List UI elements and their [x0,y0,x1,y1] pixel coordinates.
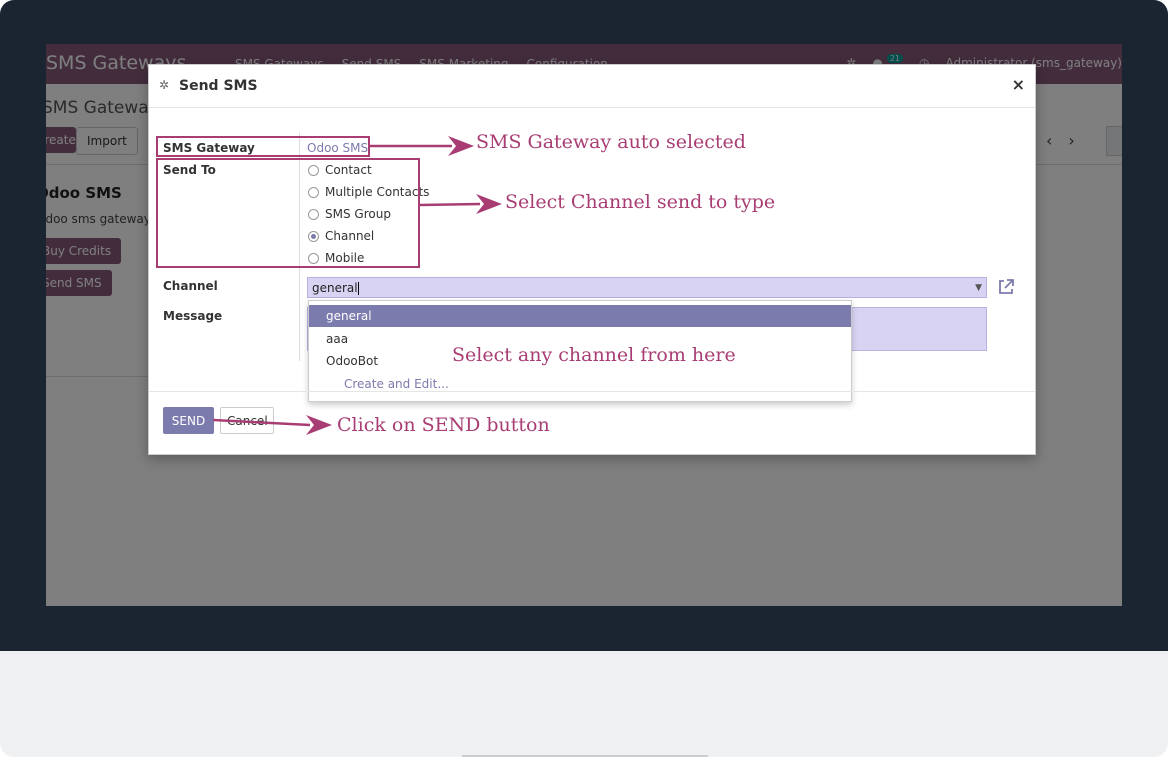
annotation-arrows [212,136,502,435]
send-to-annotation: Select Channel send to type [505,191,776,213]
gateway-annotation: SMS Gateway auto selected [476,131,746,153]
send-annotation: Click on SEND button [337,414,550,436]
channel-annotation: Select any channel from here [452,344,736,366]
